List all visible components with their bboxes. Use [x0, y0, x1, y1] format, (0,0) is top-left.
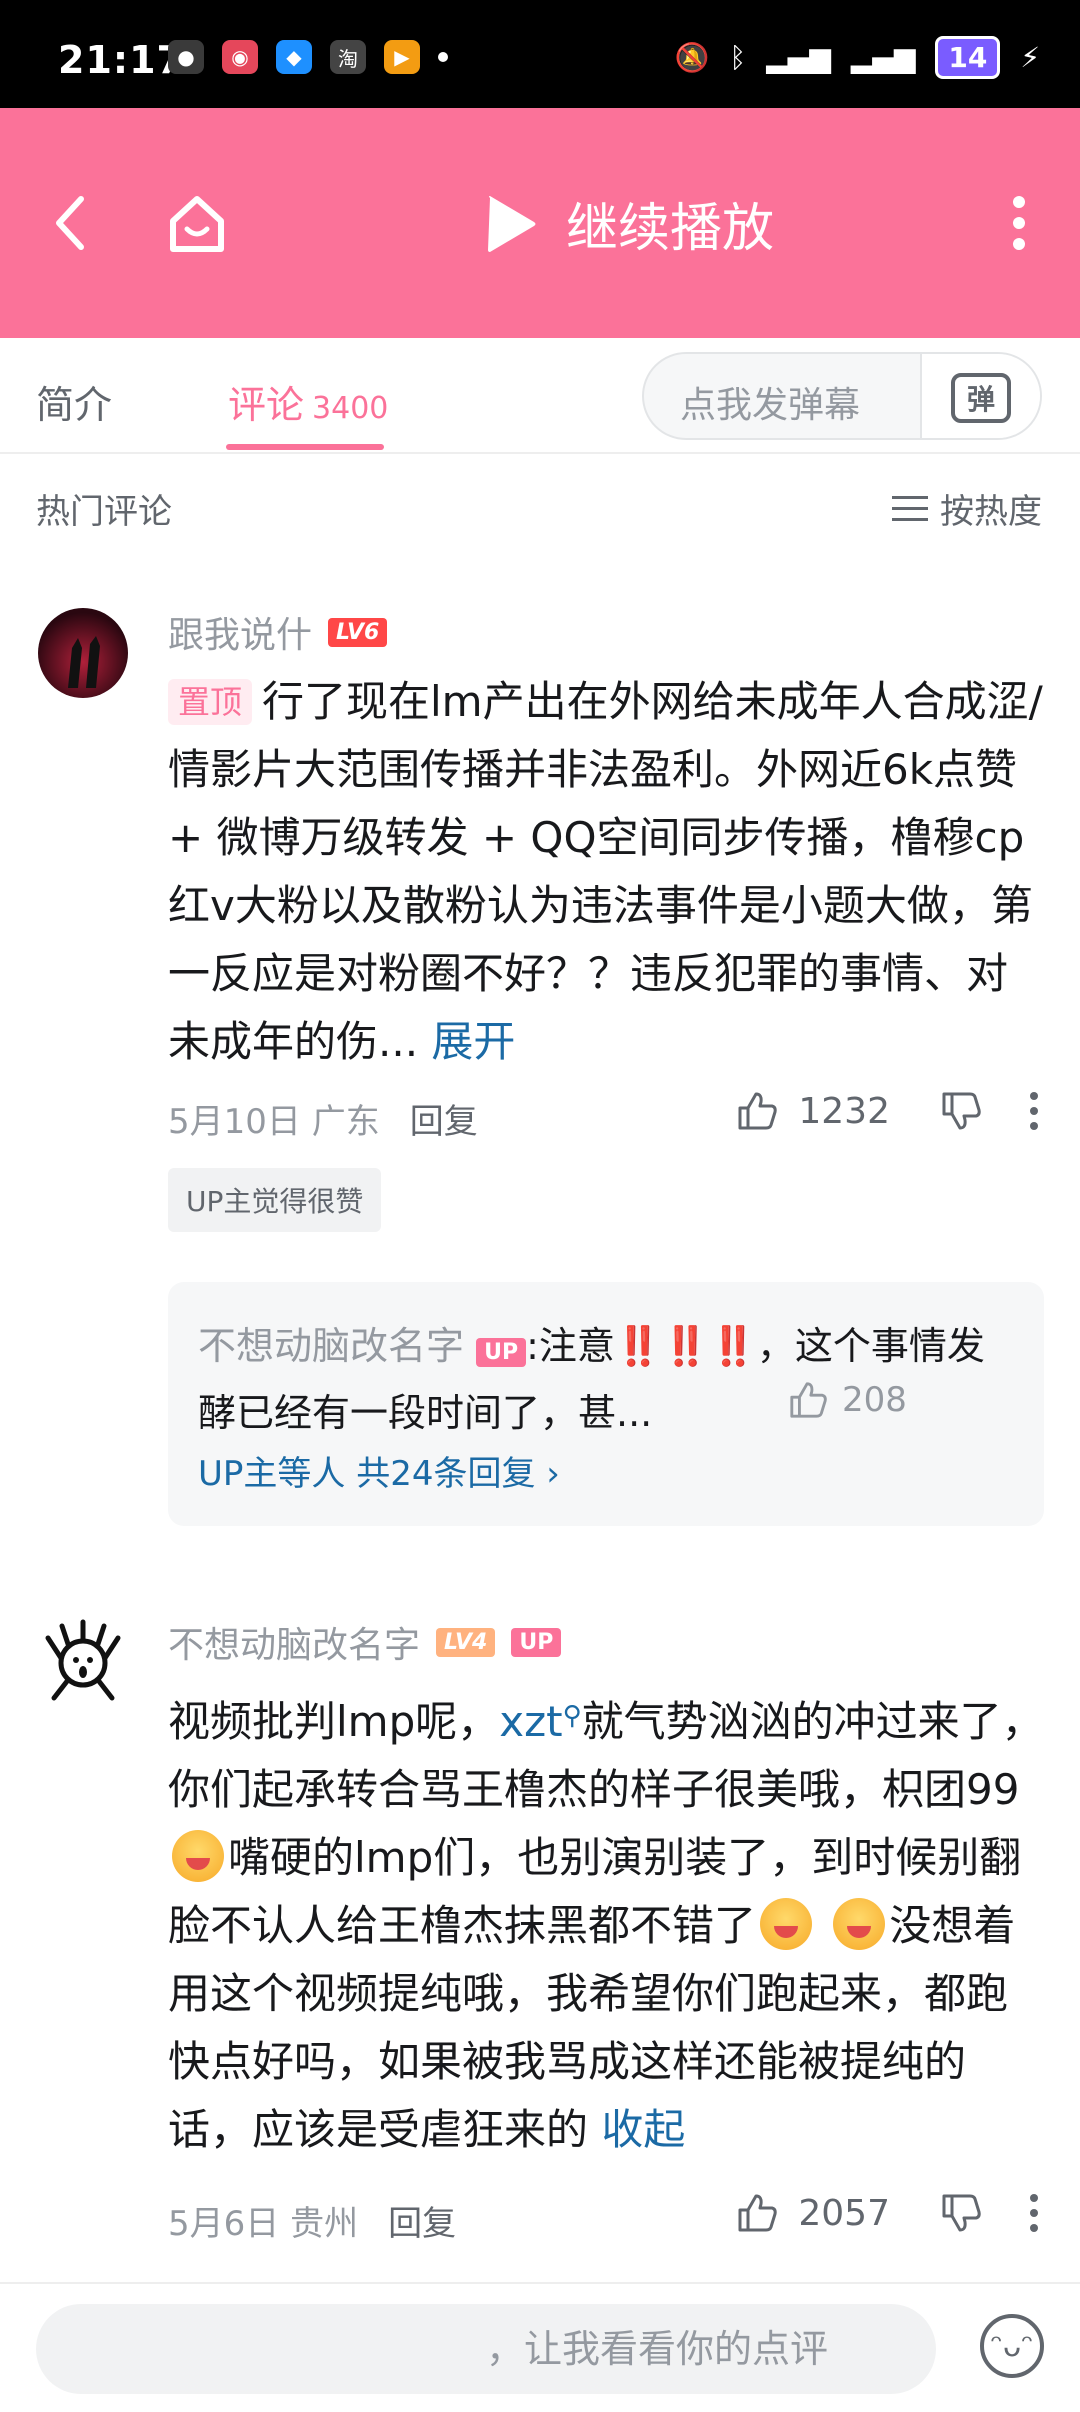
- reply-button[interactable]: 回复: [388, 2196, 456, 2245]
- username-text: 不想动脑改名字: [168, 1625, 421, 1666]
- play-icon: [488, 195, 536, 252]
- tab-comments-label: 评论: [228, 383, 305, 427]
- charging-icon: ⚡: [1020, 41, 1040, 74]
- active-tab-indicator: [226, 444, 384, 450]
- like-count: 2057: [798, 2192, 890, 2234]
- qq-icon: ◆: [276, 40, 312, 74]
- comment-actions: 2057: [736, 2192, 1040, 2234]
- comment-more-icon[interactable]: [1028, 1091, 1040, 1131]
- notification-icons: ● ◉ ◆ 淘 ▶: [168, 40, 448, 74]
- continue-play-button[interactable]: 继续播放: [484, 186, 774, 261]
- taobao-icon: 淘: [330, 40, 366, 74]
- username-text: 跟我说什: [168, 615, 313, 656]
- comment-input[interactable]: ，让我看看你的点评: [36, 2304, 936, 2394]
- expand-link[interactable]: 展开: [431, 1017, 515, 1066]
- chevron-right-icon: ›: [546, 1454, 560, 1494]
- search-icon: ⚲: [562, 1701, 582, 1731]
- comment-date-location: 5月6日 贵州: [168, 2204, 359, 2244]
- signal-icon: ▂▄▆: [766, 41, 831, 74]
- danmu-icon: 弹: [951, 373, 1011, 423]
- comment-username[interactable]: 跟我说什 LV6: [168, 606, 388, 658]
- comment-body: 行了现在lm产出在外网给未成年人合成涩/情影片大范围传播并非法盈利。外网近6k点…: [168, 677, 1043, 1066]
- comment-input-placeholder: ，让我看看你的点评: [486, 2327, 829, 2371]
- continue-play-label: 继续播放: [566, 199, 775, 259]
- more-menu-button[interactable]: [984, 188, 1054, 258]
- reply-button[interactable]: 回复: [410, 1094, 478, 1143]
- comment-body-1: 视频批判lmp呢，: [168, 1697, 500, 1746]
- sort-button[interactable]: 按热度: [892, 484, 1042, 533]
- comment-meta: 5月6日 贵州 回复: [168, 2196, 456, 2245]
- sort-label: 按热度: [940, 492, 1042, 532]
- home-icon: [170, 196, 224, 252]
- bottom-comment-bar: ，让我看看你的点评 ᵔᴗᵔ: [0, 2282, 1080, 2412]
- bluetooth-icon: ᛒ: [729, 41, 747, 74]
- tab-bar: 简介 评论 3400 点我发弹幕 弹: [0, 338, 1080, 454]
- signal-icon-2: ▂▄▆: [850, 41, 916, 74]
- view-replies-link[interactable]: UP主等人 共24条回复 ›: [198, 1446, 560, 1495]
- comment-date-location: 5月10日 广东: [168, 1102, 380, 1142]
- emoji-icon: [760, 1898, 813, 1950]
- dislike-icon[interactable]: [940, 1090, 982, 1132]
- danmu-toggle-button[interactable]: 弹: [920, 354, 1040, 438]
- comment-actions: 1232: [736, 1090, 1040, 1132]
- up-badge: UP: [476, 1338, 527, 1367]
- comment-meta: 5月10日 广东 回复: [168, 1094, 478, 1143]
- app-icon: ◉: [222, 40, 258, 74]
- avatar[interactable]: [38, 1618, 128, 1708]
- up-liked-tag: UP主觉得很赞: [168, 1168, 382, 1232]
- video-top-bar: 继续播放: [0, 108, 1080, 338]
- sub-reply-like-count: 208: [842, 1380, 907, 1420]
- comment-text[interactable]: 置顶 行了现在lm产出在外网给未成年人合成涩/情影片大范围传播并非法盈利。外网近6…: [168, 668, 1048, 1076]
- like-icon: [790, 1382, 827, 1418]
- status-bar: 21:17 ● ◉ ◆ 淘 ▶ 🔕 ᛒ ▂▄▆ ▂▄▆ 14 ⚡: [0, 0, 1080, 108]
- level-badge: LV6: [328, 617, 388, 647]
- wechat-icon: ●: [168, 40, 204, 74]
- level-badge: LV4: [436, 1627, 496, 1657]
- section-title: 热门评论: [36, 492, 172, 532]
- mute-icon: 🔕: [674, 41, 710, 74]
- pinned-badge: 置顶: [168, 679, 253, 725]
- tab-intro[interactable]: 简介: [36, 374, 112, 429]
- comment-username[interactable]: 不想动脑改名字 LV4 UP: [168, 1616, 562, 1668]
- emoji-icon: [172, 1830, 224, 1882]
- tab-comments[interactable]: 评论 3400: [228, 374, 388, 429]
- tab-comments-count: 3400: [312, 391, 389, 426]
- mention-link[interactable]: xzt: [499, 1697, 562, 1746]
- status-time: 21:17: [58, 38, 184, 82]
- danmu-placeholder: 点我发弹幕: [680, 385, 861, 426]
- video-app-icon: ▶: [384, 40, 420, 74]
- more-dot-icon: [438, 52, 448, 62]
- like-icon[interactable]: [736, 1090, 778, 1132]
- comment-text[interactable]: 视频批判lmp呢，xzt⚲就气势汹汹的冲过来了，你们起承转合骂王橹杰的样子很美哦…: [168, 1682, 1048, 2164]
- like-count: 1232: [798, 1090, 890, 1132]
- emoji-icon[interactable]: ᵔᴗᵔ: [980, 2314, 1044, 2378]
- danmu-input[interactable]: 点我发弹幕 弹: [642, 352, 1042, 440]
- home-button[interactable]: [162, 188, 232, 258]
- dislike-icon[interactable]: [940, 2192, 982, 2234]
- avatar[interactable]: [38, 608, 128, 698]
- battery-icon: 14: [935, 36, 1001, 79]
- status-right: 🔕 ᛒ ▂▄▆ ▂▄▆ 14 ⚡: [674, 36, 1040, 79]
- sub-reply-like[interactable]: 208: [788, 1380, 907, 1420]
- sort-icon: [892, 495, 928, 521]
- like-icon[interactable]: [736, 2192, 778, 2234]
- collapse-link[interactable]: 收起: [601, 2105, 685, 2154]
- sub-reply-username[interactable]: 不想动脑改名字: [198, 1324, 464, 1368]
- more-vertical-icon: [1013, 196, 1025, 250]
- back-arrow-icon: [56, 196, 84, 250]
- emoji-icon: [833, 1898, 886, 1950]
- back-button[interactable]: [36, 188, 106, 258]
- up-badge: UP: [511, 1627, 562, 1657]
- sub-reply-box[interactable]: 不想动脑改名字 UP:注意‼️‼️‼️，这个事情发酵已经有一段时间了，甚... …: [168, 1282, 1044, 1526]
- comment-more-icon[interactable]: [1028, 2193, 1040, 2233]
